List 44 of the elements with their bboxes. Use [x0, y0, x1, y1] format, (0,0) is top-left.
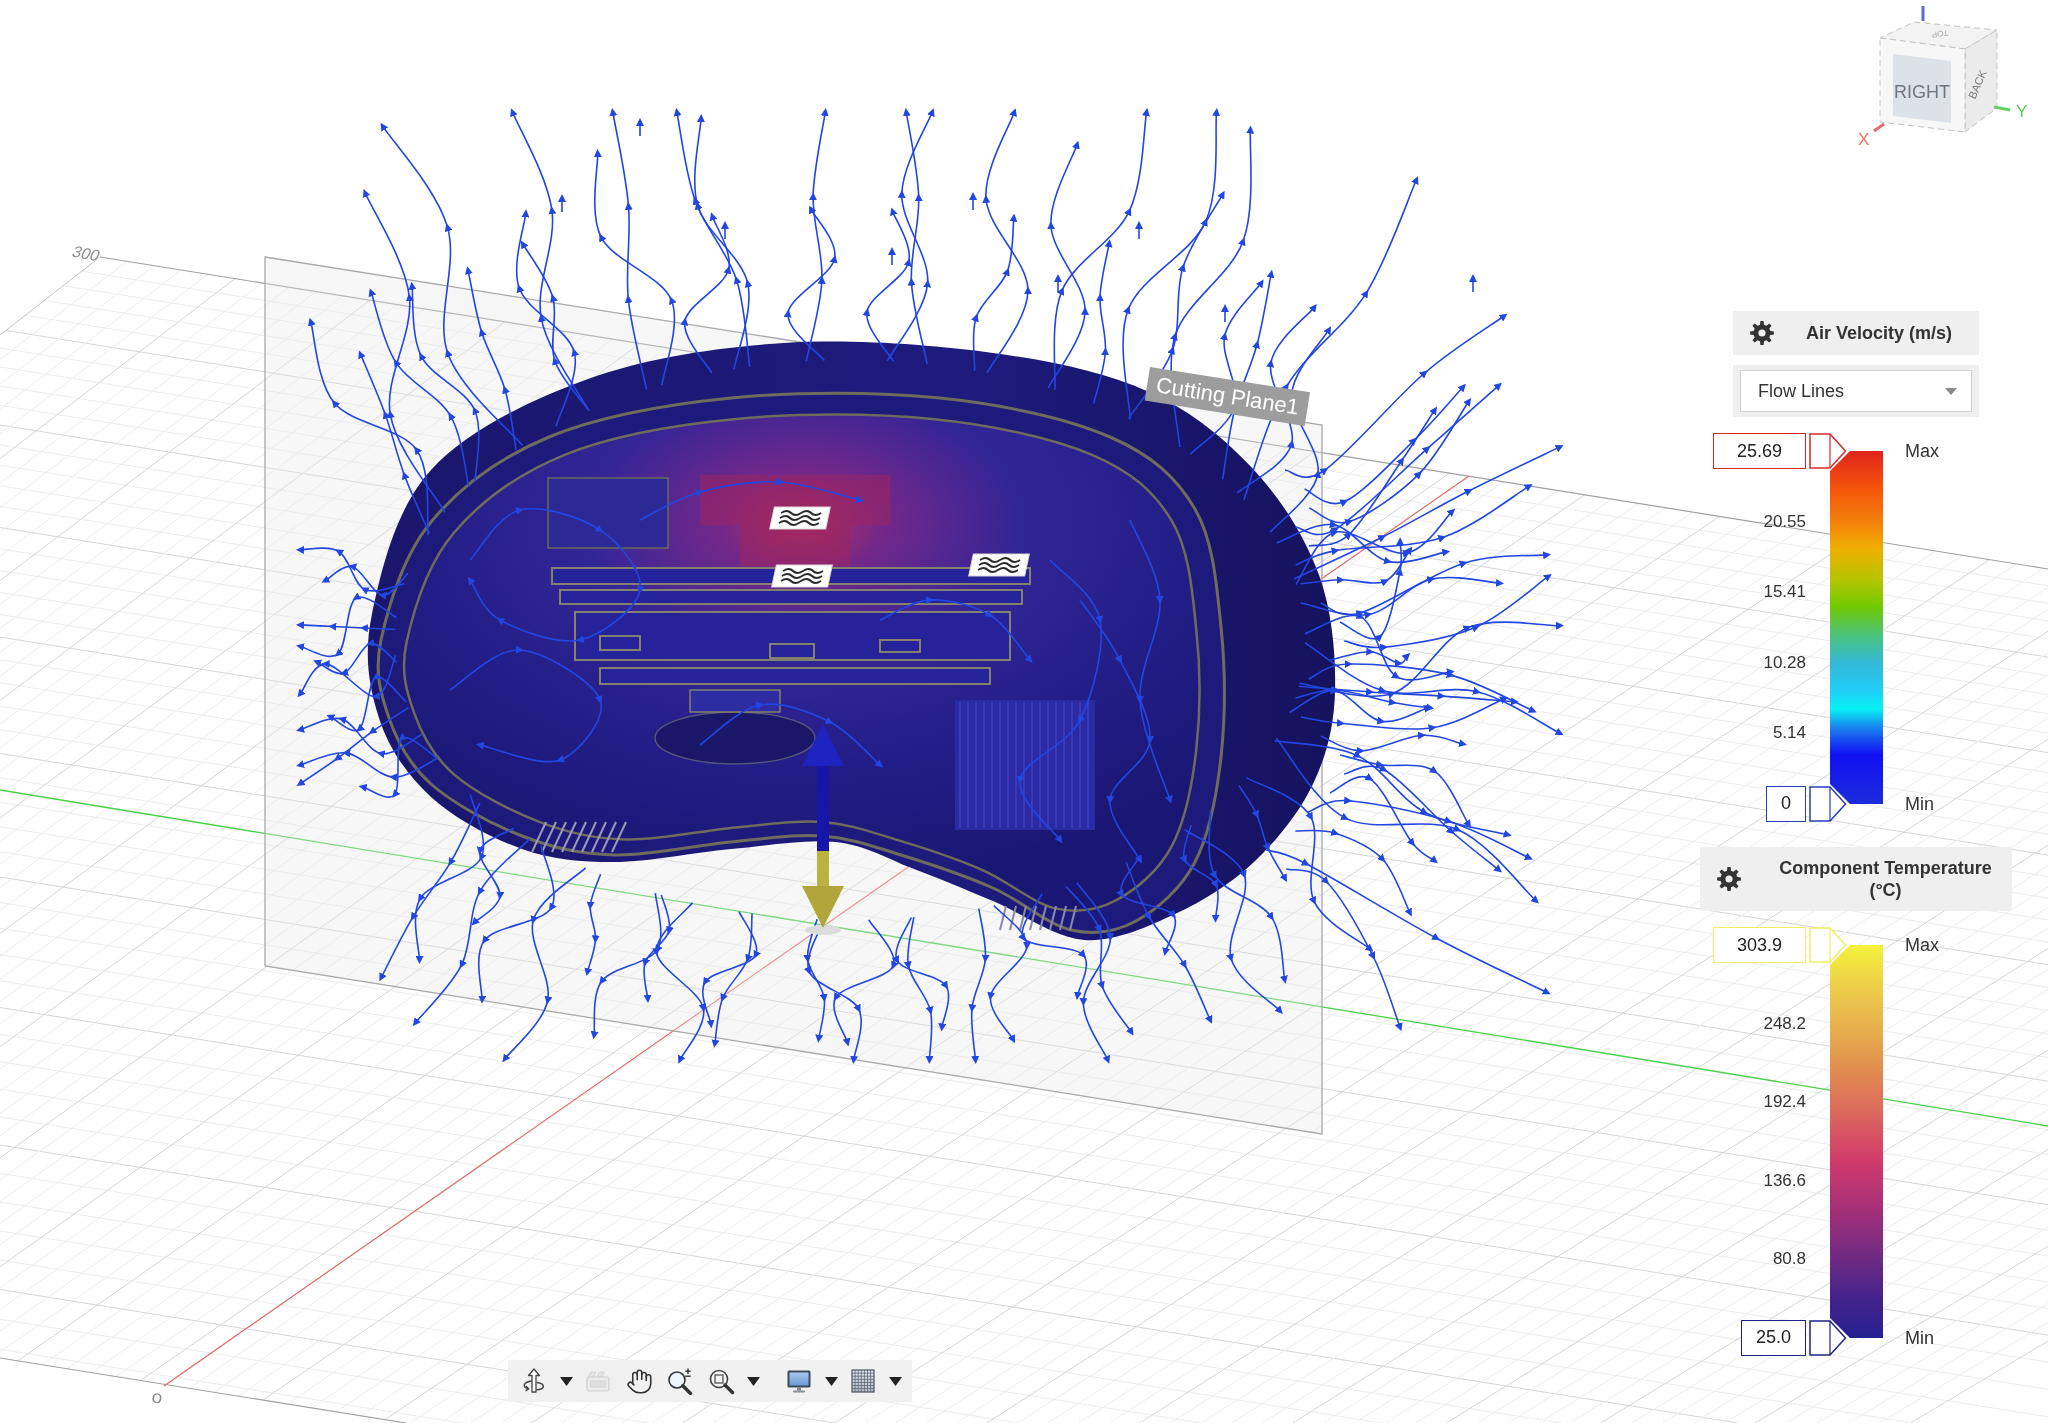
- grid-icon: [849, 1367, 877, 1395]
- max-value-field[interactable]: 303.9: [1713, 927, 1806, 963]
- scale-tick-label: 15.41: [1763, 582, 1806, 603]
- scale-tick-label: 248.2: [1763, 1013, 1806, 1034]
- scale-tick-label: 192.4: [1763, 1092, 1806, 1113]
- heat-load-icon: [771, 564, 833, 588]
- caret-icon: [746, 1376, 760, 1386]
- range-handle[interactable]: [1809, 1320, 1847, 1356]
- range-handle[interactable]: [1809, 786, 1847, 822]
- scale-tick-label: 5.14: [1772, 723, 1806, 744]
- scale-end-label: Max: [1905, 934, 1939, 956]
- axis-line: [1993, 105, 2011, 112]
- direction-arrow-handle[interactable]: [802, 724, 844, 935]
- scale-end-label: Min: [1905, 793, 1934, 815]
- caret-icon: [1945, 387, 1957, 395]
- axis-line: [1873, 122, 1885, 133]
- zoom-icon: [666, 1367, 694, 1395]
- scale-tick-label: 20.55: [1763, 511, 1806, 532]
- legend-title: Air Velocity (m/s): [1806, 322, 1953, 344]
- hand-icon: [625, 1367, 653, 1395]
- min-value-field[interactable]: 0: [1766, 785, 1806, 822]
- grid-scale-label: 300: [69, 242, 104, 264]
- min-value-field[interactable]: 25.0: [1740, 1319, 1806, 1356]
- scale-tick-label: 10.28: [1763, 652, 1806, 673]
- scale-end-label: Min: [1905, 1327, 1934, 1349]
- heat-load-icon: [769, 506, 831, 530]
- zoom-window-icon: [707, 1367, 735, 1395]
- heat-load-icon: [968, 553, 1030, 577]
- range-handle[interactable]: [1809, 433, 1847, 469]
- caret-icon: [888, 1376, 902, 1386]
- grid-scale-label: 0: [150, 1389, 164, 1407]
- scale-end-label: Max: [1905, 440, 1939, 462]
- settings-icon[interactable]: [1717, 867, 1741, 891]
- caret-icon: [559, 1376, 573, 1386]
- max-value-field[interactable]: 25.69: [1713, 433, 1806, 469]
- axis-label: X: [1858, 130, 1870, 149]
- scale-tick-label: 80.8: [1772, 1249, 1806, 1270]
- scale-tick-label: 136.6: [1763, 1170, 1806, 1191]
- legend-title: Component Temperature (°C): [1778, 857, 1993, 901]
- settings-icon[interactable]: [1750, 321, 1774, 345]
- caret-icon: [824, 1376, 838, 1386]
- axis-label: Y: [2016, 102, 2028, 121]
- axis-line: [1921, 6, 1925, 21]
- visualization-dropdown[interactable]: Flow Lines: [1740, 370, 1972, 412]
